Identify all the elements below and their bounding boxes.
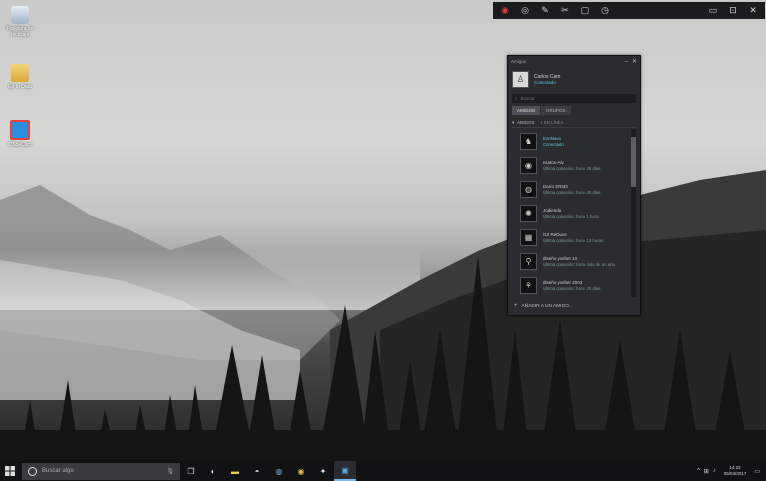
friend-row[interactable]: ✺ Jodienda Última conexión: hace 1 hora — [512, 201, 630, 225]
friends-scrollbar[interactable] — [631, 129, 636, 297]
user-status: Conectado — [534, 79, 556, 85]
taskbar-search-input[interactable]: Buscar algo 🎙 — [22, 462, 180, 480]
user-name: Carlos Cam — [534, 73, 561, 80]
record-icon[interactable]: ◉ — [497, 3, 513, 19]
close-icon[interactable]: ✕ — [632, 58, 637, 65]
friends-section-header[interactable]: ▾ AMIGOS 1 EN LÍNEA — [512, 118, 636, 128]
user-profile[interactable]: ♙ Carlos Cam Conectado — [508, 67, 640, 91]
friend-status: Conectado — [543, 141, 564, 147]
desktop: Papelera de reciclaje Ep to Data OSdeCam — [0, 0, 766, 461]
friend-name: Kratos-Alv — [543, 159, 564, 165]
section-label: AMIGOS — [517, 120, 535, 125]
steam-window-title: Amigos — [511, 59, 527, 64]
friend-status: Última conexión: hace 13 horas — [543, 237, 604, 243]
network-icon[interactable]: ⊞ — [704, 468, 709, 475]
taskbar-search-placeholder: Buscar algo — [42, 468, 74, 474]
friend-avatar: ⚘ — [520, 276, 537, 294]
friend-row[interactable]: ♞ EzeNavo Conectado — [512, 129, 630, 153]
friend-name: diseño yosher 10 — [543, 255, 578, 261]
chevron-down-icon: ▾ — [512, 119, 515, 125]
add-friend-button[interactable]: + AÑADIR A UN AMIGO... — [514, 303, 573, 309]
oscam-taskbar-icon[interactable]: ▣ — [334, 461, 356, 481]
file-explorer-icon[interactable]: ▬ — [224, 461, 246, 481]
close-icon[interactable]: ✕ — [745, 3, 761, 19]
friend-status: Última conexión: hace 40 días — [543, 189, 601, 195]
tab-friends[interactable]: AMIGOS — [512, 106, 541, 115]
steam-tabs: AMIGOS GRUPOS — [508, 106, 640, 115]
capture-toolbar: ◉ ◎ ✎ ✂ ▢ ◷ ▭ ⊡ ✕ — [493, 2, 765, 19]
steam-friends-window: Amigos – ✕ ♙ Carlos Cam Conectado ⌕ Busc… — [507, 55, 641, 316]
desktop-icon-label: Papelera de reciclaje — [6, 26, 34, 38]
minimize-icon[interactable]: – — [625, 59, 628, 65]
friend-avatar: ✺ — [520, 204, 537, 222]
mountain-wallpaper — [0, 170, 766, 461]
search-placeholder: Buscar — [520, 96, 535, 101]
windows-logo-icon — [5, 466, 15, 476]
folder-icon[interactable]: ▭ — [705, 3, 721, 19]
task-view-icon[interactable]: ❐ — [180, 461, 202, 481]
clock[interactable]: 14:22 05/04/2017 — [724, 465, 747, 477]
desktop-icon-folder[interactable]: Ep to Data — [0, 64, 40, 90]
system-tray: ^ ⊞ ♪ 14:22 05/04/2017 ▭ — [693, 465, 766, 477]
clock-icon[interactable]: ◷ — [597, 3, 613, 19]
delete-icon[interactable]: ⊡ — [725, 3, 741, 19]
friend-avatar: ⚲ — [520, 252, 537, 270]
crop-icon[interactable]: ▢ — [577, 3, 593, 19]
desktop-icon-label: Ep to Data — [8, 84, 32, 90]
avatar: ♙ — [512, 70, 529, 88]
microphone-icon[interactable]: 🎙 — [166, 468, 174, 475]
friend-status: Última conexión: hace 1 hora — [543, 213, 599, 219]
friend-status: Última conexión: hace más de un año — [543, 261, 615, 267]
chrome-icon[interactable]: ◉ — [290, 461, 312, 481]
desktop-icon-label: OSdeCam — [8, 142, 32, 148]
friend-avatar: ▦ — [520, 228, 537, 246]
folder-icon — [11, 64, 29, 82]
friend-row[interactable]: ▦ GZ ReDuxe Última conexión: hace 13 horas — [512, 225, 630, 249]
friend-name: GZ ReDuxe — [543, 231, 567, 237]
pen-icon[interactable]: ✎ — [537, 3, 553, 19]
camera-icon[interactable]: ◎ — [517, 3, 533, 19]
recycle-bin-icon — [11, 6, 29, 24]
clock-date: 05/04/2017 — [723, 471, 747, 476]
scrollbar-thumb[interactable] — [631, 137, 636, 187]
scissors-icon[interactable]: ✂ — [557, 3, 573, 19]
notifications-icon[interactable]: ▭ — [754, 468, 760, 475]
steam-app-icon[interactable]: ◓ — [246, 461, 268, 481]
desktop-icon-recycle-bin[interactable]: Papelera de reciclaje — [0, 6, 40, 38]
steam-icon[interactable]: ✦ — [312, 461, 334, 481]
friend-row[interactable]: ◍ Darío SRI33 Última conexión: hace 40 día… — [512, 177, 630, 201]
friend-status: Última conexión: hace 30 días — [543, 285, 601, 291]
chevron-up-icon[interactable]: ^ — [697, 468, 700, 474]
desktop-icon-oscam[interactable]: OSdeCam — [0, 120, 40, 148]
friend-avatar: ♞ — [520, 132, 537, 150]
search-icon: ⌕ — [515, 96, 518, 101]
friend-name: EzeNavo — [543, 135, 562, 141]
friend-avatar: ◍ — [520, 180, 537, 198]
windows-start-button[interactable] — [0, 461, 20, 481]
friends-search-input[interactable]: ⌕ Buscar — [512, 94, 636, 103]
volume-icon[interactable]: ♪ — [713, 468, 716, 474]
friend-status: Última conexión: hace 35 días — [543, 165, 601, 171]
media-player-icon[interactable]: ◐ — [202, 461, 224, 481]
cortana-icon — [28, 466, 37, 476]
friend-row[interactable]: ⚘ diseño yosher 2003 Última conexión: hace… — [512, 273, 630, 297]
plus-icon: + — [514, 303, 518, 309]
friend-name: Darío SRI33 — [543, 183, 568, 189]
browser-icon[interactable]: ◍ — [268, 461, 290, 481]
oscam-app-icon — [10, 120, 30, 140]
friend-avatar: ◉ — [520, 156, 537, 174]
add-friend-label: AÑADIR A UN AMIGO... — [521, 303, 573, 309]
steam-titlebar[interactable]: Amigos – ✕ — [508, 56, 640, 67]
friend-row[interactable]: ◉ Kratos-Alv Última conexión: hace 35 días — [512, 153, 630, 177]
taskbar: Buscar algo 🎙 ❐ ◐ ▬ ◓ ◍ ◉ ✦ ▣ ^ ⊞ ♪ 14:2… — [0, 461, 766, 481]
friend-name: diseño yosher 2003 — [543, 279, 583, 285]
friend-row[interactable]: ⚲ diseño yosher 10 Última conexión: hace m… — [512, 249, 630, 273]
friend-name: Jodienda — [543, 207, 562, 213]
friends-list: ♞ EzeNavo Conectado ◉ Kratos-Alv Última conex… — [512, 129, 630, 297]
tab-groups[interactable]: GRUPOS — [541, 106, 571, 115]
online-count: 1 EN LÍNEA — [540, 120, 564, 125]
